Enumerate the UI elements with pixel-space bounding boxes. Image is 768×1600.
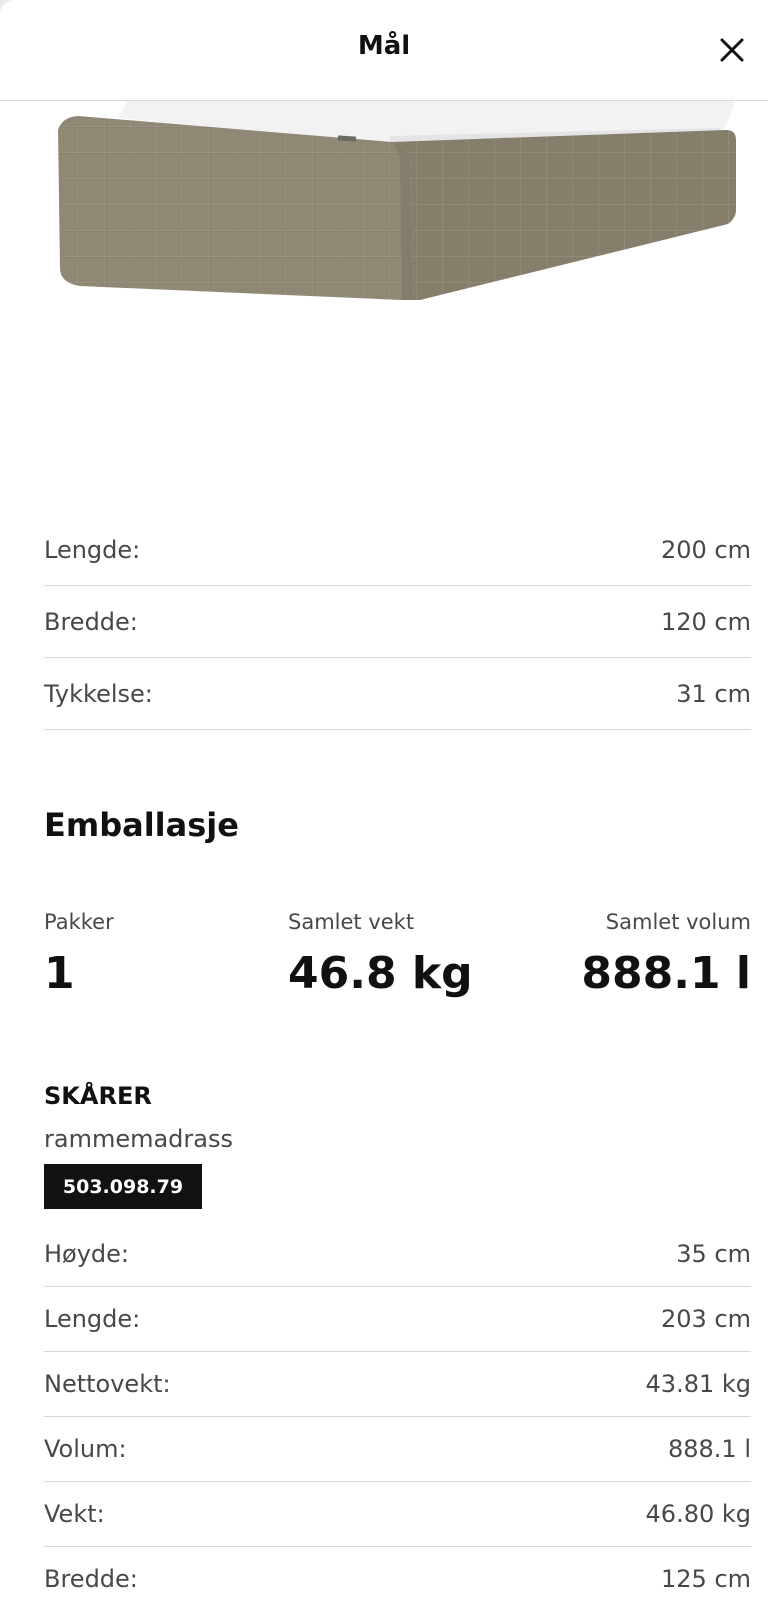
dimension-row: Tykkelse: 31 cm bbox=[44, 658, 751, 730]
article-number-badge: 503.098.79 bbox=[44, 1164, 202, 1209]
dimensions-sheet: Mål Lengde: 200 cm Bredde: 120 cm Tykkel… bbox=[0, 0, 768, 1600]
dimension-label: Tykkelse: bbox=[44, 679, 153, 708]
detail-value: 43.81 kg bbox=[645, 1370, 751, 1398]
sheet-header: Mål bbox=[0, 0, 768, 101]
detail-label: Bredde: bbox=[44, 1565, 138, 1593]
product-name: SKÅRER bbox=[44, 1082, 152, 1110]
detail-row: Høyde: 35 cm bbox=[44, 1222, 751, 1287]
product-description: rammemadrass bbox=[44, 1125, 233, 1153]
detail-row: Lengde: 203 cm bbox=[44, 1287, 751, 1352]
dimension-label: Lengde: bbox=[44, 536, 141, 564]
dimension-value: 200 cm bbox=[660, 536, 751, 564]
detail-value: 35 cm bbox=[676, 1240, 751, 1268]
packaging-title: Emballasje bbox=[44, 806, 239, 844]
detail-row: Vekt: 46.80 kg bbox=[44, 1482, 751, 1547]
detail-label: Høyde: bbox=[44, 1240, 130, 1268]
total-volume-value: 888.1 l bbox=[581, 948, 751, 999]
dimension-row: Bredde: 120 cm bbox=[44, 586, 751, 658]
detail-value: 203 cm bbox=[660, 1305, 751, 1333]
detail-label: Volum: bbox=[44, 1435, 127, 1463]
detail-label: Lengde: bbox=[44, 1305, 141, 1333]
detail-value: 125 cm bbox=[660, 1565, 751, 1593]
packages-label: Pakker bbox=[44, 910, 114, 934]
close-button[interactable] bbox=[710, 28, 754, 72]
detail-label: Vekt: bbox=[44, 1500, 105, 1528]
product-image bbox=[58, 100, 736, 300]
close-icon bbox=[720, 38, 744, 62]
detail-row: Volum: 888.1 l bbox=[44, 1417, 751, 1482]
dimension-value: 120 cm bbox=[660, 607, 751, 636]
dimension-label: Bredde: bbox=[44, 607, 138, 636]
total-weight-label: Samlet vekt bbox=[288, 910, 415, 934]
dimension-row: Lengde: 200 cm bbox=[44, 515, 751, 586]
total-volume-label: Samlet volum bbox=[605, 910, 751, 934]
package-details-list: Høyde: 35 cm Lengde: 203 cm Nettovekt: 4… bbox=[44, 1222, 751, 1600]
dimensions-list: Lengde: 200 cm Bredde: 120 cm Tykkelse: … bbox=[44, 515, 751, 730]
detail-value: 46.80 kg bbox=[645, 1500, 751, 1528]
sheet-title: Mål bbox=[357, 31, 411, 61]
detail-row: Nettovekt: 43.81 kg bbox=[44, 1352, 751, 1417]
packages-value: 1 bbox=[44, 948, 75, 999]
dimension-value: 31 cm bbox=[676, 679, 751, 708]
total-weight-value: 46.8 kg bbox=[288, 948, 473, 999]
detail-row: Bredde: 125 cm bbox=[44, 1547, 751, 1600]
detail-label: Nettovekt: bbox=[44, 1370, 171, 1398]
detail-value: 888.1 l bbox=[667, 1435, 751, 1463]
